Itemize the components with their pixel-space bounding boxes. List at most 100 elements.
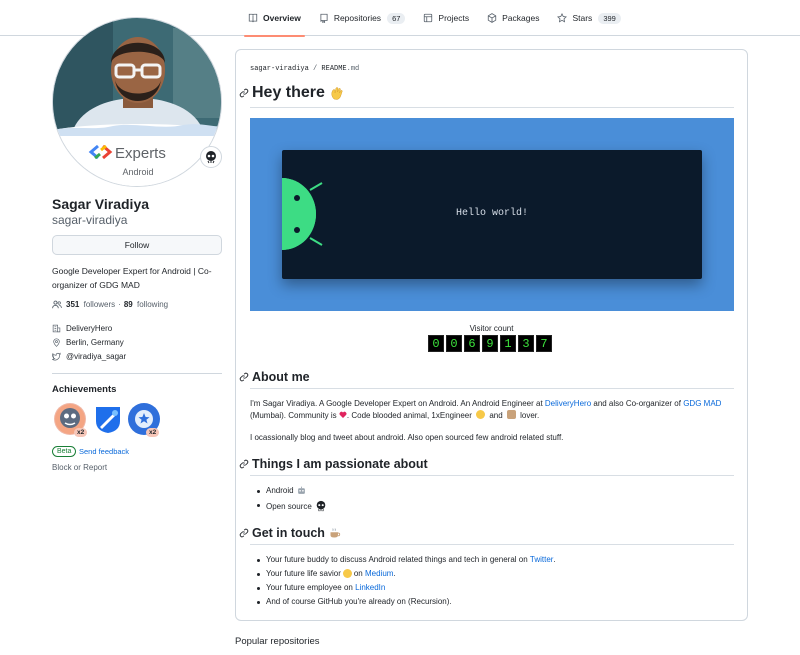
about-rule (250, 388, 734, 389)
counter-digit: 0 (428, 335, 444, 352)
passion-rule (250, 475, 734, 476)
following-label: following (136, 300, 169, 309)
profile-name: Sagar Viradiya (52, 196, 150, 212)
coffee-icon (330, 528, 341, 538)
people-icon (52, 300, 62, 309)
anchor-link-icon[interactable] (239, 372, 249, 382)
avatar[interactable]: Experts Android (52, 17, 222, 187)
gdg-mad-link[interactable]: GDG MAD (683, 399, 721, 408)
text-run: and (487, 411, 505, 420)
follow-stats: 351 followers · 89 following (52, 300, 168, 309)
readme-extension: .md (346, 65, 360, 73)
text-run: (Mumbai). Community is (250, 411, 339, 420)
heading-text: About me (252, 370, 310, 384)
tab-label: Repositories (333, 13, 382, 23)
passion-heading: Things I am passionate about (239, 457, 428, 471)
sidebar-divider (52, 373, 222, 374)
tab-projects[interactable]: Projects (415, 0, 477, 36)
text-run: I'm Sagar Viradiya. A Google Developer E… (250, 399, 545, 408)
tab-stars[interactable]: Stars 399 (549, 0, 628, 36)
twitter-link[interactable]: Twitter (530, 555, 554, 564)
counter-digit: 0 (446, 335, 462, 352)
stars-count: 399 (598, 12, 621, 24)
profile-readme: sagar-viradiya / README.md Hey there Hel… (235, 49, 748, 621)
terminal-window: Hello world! (282, 150, 702, 279)
medium-link[interactable]: Medium (365, 569, 393, 578)
tab-packages[interactable]: Packages (479, 0, 547, 36)
follow-button[interactable]: Follow (52, 235, 222, 255)
visitor-counter: 0 0 6 9 1 3 7 (428, 335, 554, 352)
list-item: Android (257, 486, 306, 495)
list-item: And of course GitHub you're already on (… (257, 597, 452, 606)
title-rule (250, 107, 734, 108)
item-text: . (393, 569, 396, 578)
readme-repo-link[interactable]: sagar-viradiya (250, 65, 309, 73)
nav-tabs: Overview Repositories 67 Projects Packag… (240, 0, 631, 37)
touch-heading: Get in touch (239, 526, 341, 540)
anchor-link-icon[interactable] (239, 528, 249, 538)
item-text: And of course GitHub you're already on (… (266, 597, 452, 606)
badge-count: x2 (74, 428, 88, 437)
status-emoji[interactable] (200, 146, 222, 168)
text-run: . Code blooded animal, 1xEngineer (346, 411, 475, 420)
location-text: Berlin, Germany (66, 338, 124, 347)
waving-hand-icon (331, 87, 343, 100)
path-separator: / (313, 65, 318, 73)
star-icon (557, 13, 568, 23)
counter-digit: 9 (482, 335, 498, 352)
tab-repositories[interactable]: Repositories 67 (311, 0, 414, 36)
octocat-icon (206, 151, 216, 164)
readme-banner: Hello world! (250, 118, 734, 311)
profile-company: DeliveryHero (52, 324, 112, 333)
twitter-handle[interactable]: @viradiya_sagar (66, 352, 126, 361)
item-text: . (553, 555, 556, 564)
table-icon (424, 13, 433, 23)
counter-digit: 3 (518, 335, 534, 352)
item-text: Your future buddy to discuss Android rel… (266, 555, 528, 564)
robot-icon (297, 486, 305, 494)
item-text: Your future life savior (266, 569, 341, 578)
counter-digit: 7 (536, 335, 552, 352)
badge-count: x2 (146, 428, 160, 437)
item-text: Open source (266, 501, 312, 511)
tab-label: Packages (502, 13, 540, 23)
banner-text: Hello world! (455, 208, 528, 219)
tab-label: Stars (572, 13, 593, 23)
book-icon (248, 13, 258, 23)
profile-twitter[interactable]: @viradiya_sagar (52, 352, 126, 361)
readme-filename: README (321, 65, 347, 73)
avatar-photo: Experts Android (53, 18, 221, 186)
readme-breadcrumb: sagar-viradiya / README.md (250, 65, 359, 73)
list-item: Your future employee on LinkedIn (256, 583, 385, 592)
about-paragraph: I'm Sagar Viradiya. A Google Developer E… (250, 398, 734, 422)
list-item: Open source (257, 500, 327, 512)
item-text: Android (266, 486, 294, 495)
grinning-face-icon (342, 569, 352, 578)
text-run: and also Co-organizer of (591, 399, 684, 408)
achievement-yolo[interactable] (92, 403, 124, 435)
tab-label: Projects (438, 13, 470, 23)
twitter-icon (52, 352, 61, 361)
title-text: Hey there (252, 84, 325, 101)
repositories-count: 67 (387, 12, 406, 24)
anchor-link-icon[interactable] (239, 459, 249, 469)
avatar-badge-subtext: Android (122, 167, 153, 177)
achievements-title: Achievements (52, 384, 117, 395)
about-paragraph-2: I ocassionally blog and tweet about andr… (250, 433, 564, 442)
about-heading: About me (239, 370, 310, 384)
send-feedback-link[interactable]: Send feedback (79, 447, 129, 456)
visitor-count-label: Visitor count (469, 324, 514, 333)
profile-bio: Google Developer Expert for Android | Co… (52, 266, 212, 290)
organization-icon (52, 324, 61, 333)
tab-overview[interactable]: Overview (240, 0, 309, 37)
followers-link[interactable]: 351 followers (66, 300, 115, 309)
following-link[interactable]: 89 following (124, 300, 168, 309)
repo-icon (320, 13, 328, 23)
anchor-link-icon[interactable] (239, 88, 249, 98)
touch-rule (250, 544, 734, 545)
linkedin-link[interactable]: LinkedIn (355, 583, 385, 592)
avatar-badge-text: Experts (115, 145, 166, 162)
deliveryhero-link[interactable]: DeliveryHero (545, 399, 591, 408)
block-report-link[interactable]: Block or Report (52, 463, 107, 472)
item-text: Your future employee on (266, 583, 353, 592)
